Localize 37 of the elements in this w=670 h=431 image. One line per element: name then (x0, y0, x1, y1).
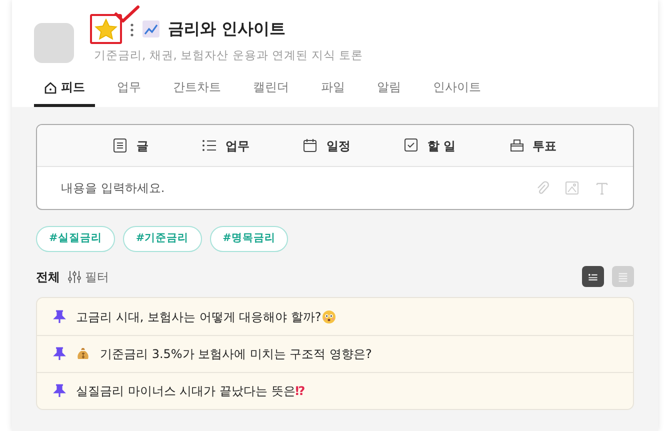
filter-button[interactable]: 필터 (68, 268, 109, 286)
calendar-icon (303, 138, 318, 154)
tab[interactable]: 알림 (367, 72, 411, 108)
tab[interactable]: 캘린더 (243, 72, 299, 108)
chart-icon (142, 20, 160, 38)
tab[interactable]: 인사이트 (423, 72, 491, 108)
list-view-toggle[interactable] (612, 266, 634, 287)
post-title-link[interactable]: 고금리 시대, 보험사는 어떻게 대응해야 할까? (76, 308, 322, 326)
text-format-icon[interactable] (595, 181, 609, 196)
feed-scope-label: 전체 (36, 268, 60, 286)
checkbox-icon (404, 138, 420, 154)
post-type-button[interactable]: 할 일 (394, 136, 466, 155)
list-view-icon[interactable] (618, 270, 628, 282)
post-title-link[interactable]: 실질금리 마이너스 시대가 끝났다는 뜻은 (76, 382, 296, 400)
post-type-button[interactable]: 투표 (500, 136, 567, 155)
more-icon[interactable] (130, 22, 134, 38)
sliders-icon (68, 270, 81, 284)
post-type-button[interactable]: 일정 (293, 136, 360, 155)
post-type-button[interactable]: 업무 (192, 136, 260, 155)
image-icon[interactable] (565, 181, 579, 196)
paperclip-icon[interactable] (535, 181, 549, 196)
list-icon (202, 138, 218, 154)
group-title: 금리와 인사이트 (168, 18, 286, 40)
ballot-box-icon (510, 138, 525, 154)
tab[interactable]: 파일 (311, 72, 355, 108)
exclamation-question-mark: ⁉ (295, 383, 306, 400)
card-view-toggle[interactable] (582, 266, 604, 287)
tab[interactable]: 피드 (34, 72, 95, 108)
composer-field[interactable]: 글 업무 일정 할 일 투표 내용을 입력하세요. (36, 124, 634, 210)
post-title-link[interactable]: 기준금리 3.5%가 보험사에 미치는 구조적 영향은? (100, 345, 372, 363)
avatar (34, 23, 74, 63)
document-icon (113, 138, 128, 154)
post-type-button[interactable]: 글 (103, 136, 158, 155)
group-description: 기준금리, 채권, 보험자산 운용과 연계된 지식 토론 (94, 47, 364, 64)
tab[interactable]: 업무 (107, 72, 151, 108)
post-input[interactable]: 내용을 입력하세요. (37, 167, 535, 210)
tab[interactable]: 간트차트 (163, 72, 231, 108)
